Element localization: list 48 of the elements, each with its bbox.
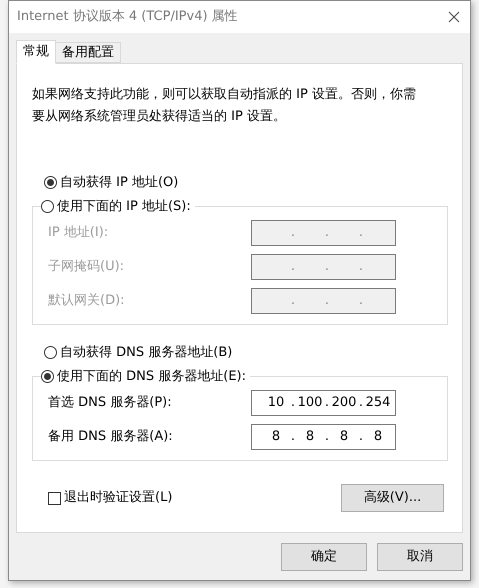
field-label: 子网掩码(U): xyxy=(48,258,124,276)
octet-text: 8 xyxy=(306,429,314,444)
field-label: IP 地址(I): xyxy=(48,224,108,242)
dot-separator: . xyxy=(358,428,364,446)
tab[interactable]: 备用配置 xyxy=(56,42,121,63)
window-title: Internet 协议版本 4 (TCP/IPv4) 属性 xyxy=(17,8,238,26)
dot-separator: . xyxy=(324,258,330,276)
radio-button[interactable] xyxy=(44,346,57,360)
field-label: 备用 DNS 服务器(A): xyxy=(48,428,173,446)
dot-separator: . xyxy=(324,394,330,412)
dialog-button[interactable]: 确定 xyxy=(281,543,367,571)
dot-separator: . xyxy=(290,394,296,412)
dialog-button[interactable]: 取消 xyxy=(377,543,463,571)
dot-separator: . xyxy=(358,292,364,310)
octet-text: 200 xyxy=(332,395,356,410)
dot-separator: . xyxy=(358,394,364,412)
field-label: 默认网关(D): xyxy=(48,292,125,310)
dot-separator: . xyxy=(290,258,296,276)
ip-address-field[interactable]: 8 . 8 . 8 . 8 xyxy=(251,424,396,450)
octet-text: 100 xyxy=(298,395,322,410)
dot-separator: . xyxy=(290,428,296,446)
dot-separator: . xyxy=(324,224,330,242)
radio-button[interactable] xyxy=(44,176,57,190)
dot-separator: . xyxy=(358,224,364,242)
octet-text: 8 xyxy=(340,429,348,444)
octet-text: 10 xyxy=(268,395,284,410)
octet-text: 254 xyxy=(366,395,390,410)
advanced-button[interactable]: 高级(V)... xyxy=(341,484,444,512)
tab[interactable]: 常规 xyxy=(16,40,56,64)
radio-button[interactable] xyxy=(41,200,54,213)
radio-label: 使用下面的 DNS 服务器地址(E): xyxy=(57,368,246,386)
radio-label: 自动获得 IP 地址(O) xyxy=(60,174,178,192)
dot-separator: . xyxy=(290,224,296,242)
dot-separator: . xyxy=(358,258,364,276)
dot-separator: . xyxy=(290,292,296,310)
radio-button[interactable] xyxy=(41,370,54,383)
checkbox[interactable] xyxy=(48,492,61,504)
radio-label: 自动获得 DNS 服务器地址(B) xyxy=(60,344,232,362)
ip-address-field[interactable]: 10 . 100 . 200 . 254 xyxy=(251,390,396,416)
field-label: 首选 DNS 服务器(P): xyxy=(48,394,172,412)
radio-label: 使用下面的 IP 地址(S): xyxy=(57,198,191,216)
octet-text: 8 xyxy=(272,429,280,444)
checkbox-label: 退出时验证设置(L) xyxy=(64,489,172,508)
dot-separator: . xyxy=(324,428,330,446)
octet-text: 8 xyxy=(374,429,382,444)
dot-separator: . xyxy=(324,292,330,310)
close-icon[interactable] xyxy=(448,11,460,23)
description-text: 如果网络支持此功能，则可以获取自动指派的 IP 设置。否则，你需要从网络系统管理员处获得适当的 IP 设置。 xyxy=(32,86,417,126)
